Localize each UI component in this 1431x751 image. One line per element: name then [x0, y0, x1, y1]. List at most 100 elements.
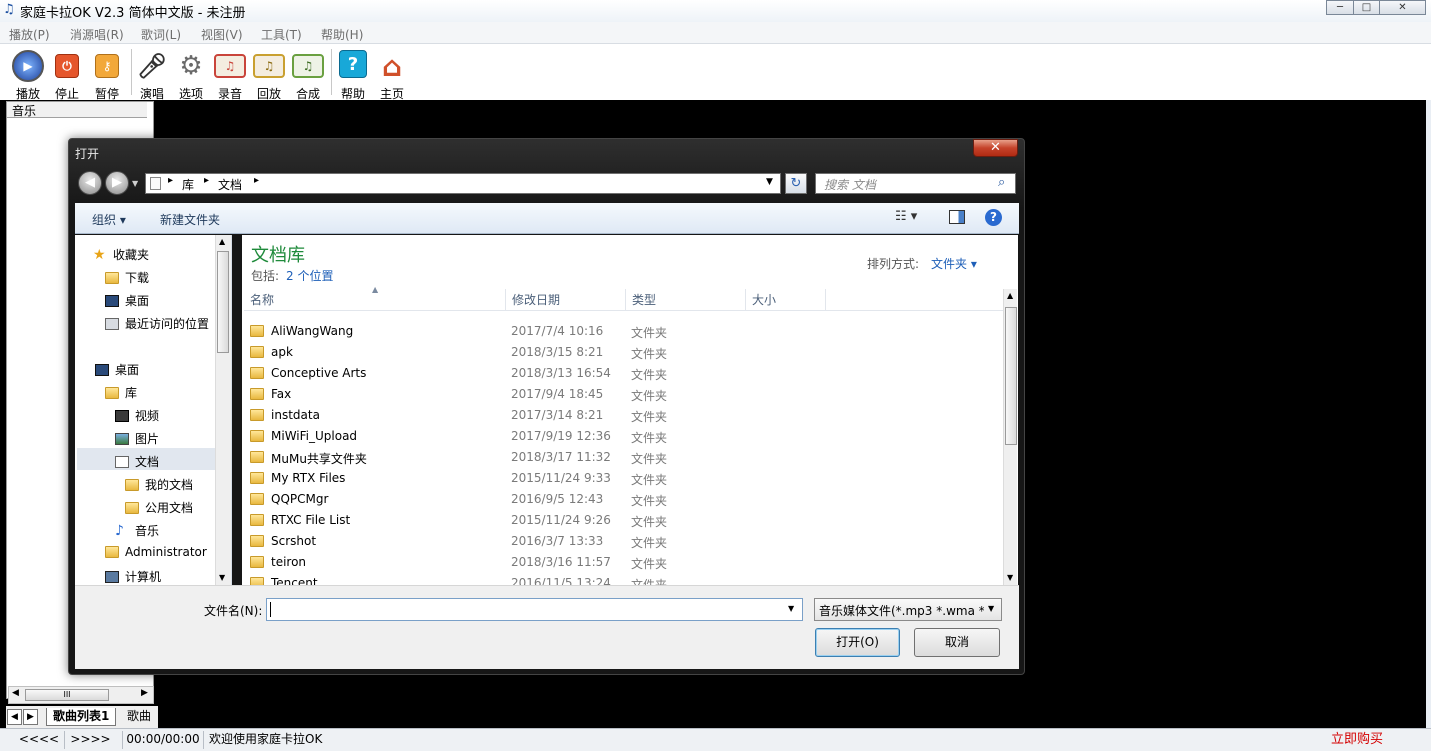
cancel-button[interactable]: 取消: [914, 628, 1000, 657]
nav-videos[interactable]: 视频: [115, 407, 159, 424]
buy-now-link[interactable]: 立即购买: [1331, 731, 1383, 749]
table-row[interactable]: My RTX Files 2015/11/24 9:33 文件夹: [242, 468, 1002, 489]
tab-prev-icon[interactable]: ◀: [7, 709, 22, 725]
library-icon: [105, 386, 119, 399]
breadcrumb-chevron-icon[interactable]: ▸: [168, 175, 173, 186]
minimize-button[interactable]: ─: [1326, 0, 1354, 15]
table-row[interactable]: teiron 2018/3/16 11:57 文件夹: [242, 552, 1002, 573]
scroll-left-icon[interactable]: ◀: [12, 688, 19, 698]
organize-button[interactable]: 组织 ▾: [92, 211, 126, 228]
nav-my-documents[interactable]: 我的文档: [125, 476, 193, 493]
scroll-down-icon[interactable]: ▼: [219, 573, 225, 582]
nav-desktop-fav[interactable]: 桌面: [105, 292, 149, 309]
scroll-down-icon[interactable]: ▼: [1007, 573, 1013, 582]
menu-vocal-removal[interactable]: 消源唱(R): [70, 26, 124, 43]
file-scroll-thumb[interactable]: [1005, 307, 1017, 445]
breadcrumb-library[interactable]: 库: [182, 176, 194, 193]
table-row[interactable]: apk 2018/3/15 8:21 文件夹: [242, 342, 1002, 363]
menu-lyrics[interactable]: 歌词(L): [141, 26, 181, 43]
close-button[interactable]: ✕: [1379, 0, 1426, 15]
filename-dropdown-icon[interactable]: ▼: [788, 604, 794, 613]
home-button[interactable]: ⌂ 主页: [373, 50, 411, 102]
refresh-icon[interactable]: ↻: [785, 173, 807, 194]
nav-downloads[interactable]: 下载: [105, 269, 149, 286]
playback-button[interactable]: ♫ 回放: [250, 50, 288, 102]
nav-computer[interactable]: 计算机: [105, 568, 161, 585]
table-row[interactable]: AliWangWang 2017/7/4 10:16 文件夹: [242, 321, 1002, 342]
menu-tools[interactable]: 工具(T): [261, 26, 302, 43]
prev-button[interactable]: <<<<: [18, 731, 60, 749]
nav-desktop[interactable]: 桌面: [95, 361, 139, 378]
search-icon[interactable]: ⌕: [998, 175, 1005, 190]
table-row[interactable]: instdata 2017/3/14 8:21 文件夹: [242, 405, 1002, 426]
nav-scroll-thumb[interactable]: [217, 251, 229, 353]
table-row[interactable]: Scrshot 2016/3/7 13:33 文件夹: [242, 531, 1002, 552]
song-list-hscrollbar[interactable]: ◀ III ▶: [8, 686, 154, 704]
filename-input[interactable]: ▼: [266, 598, 803, 621]
nav-libraries[interactable]: 库: [105, 384, 137, 401]
back-icon[interactable]: ◀: [78, 171, 102, 195]
table-row[interactable]: Conceptive Arts 2018/3/13 16:54 文件夹: [242, 363, 1002, 384]
table-row[interactable]: MuMu共享文件夹 2018/3/17 11:32 文件夹: [242, 447, 1002, 468]
table-row[interactable]: MiWiFi_Upload 2017/9/19 12:36 文件夹: [242, 426, 1002, 447]
address-dropdown-icon[interactable]: ▼: [766, 177, 773, 187]
title-bar: ♫ 家庭卡拉OK V2.3 简体中文版 - 未注册 ─ □ ✕: [0, 0, 1431, 22]
breadcrumb-documents[interactable]: 文档: [218, 176, 242, 193]
preview-pane-icon[interactable]: [949, 210, 965, 224]
includes-link[interactable]: 2 个位置: [286, 267, 333, 284]
maximize-button[interactable]: □: [1353, 0, 1380, 15]
dialog-close-button[interactable]: ✕: [973, 139, 1018, 157]
filetype-dropdown-icon[interactable]: ▼: [988, 604, 994, 613]
forward-icon[interactable]: ▶: [105, 171, 129, 195]
table-row[interactable]: QQPCMgr 2016/9/5 12:43 文件夹: [242, 489, 1002, 510]
tab-playlist-2[interactable]: 歌曲: [124, 708, 158, 726]
file-list-scrollbar[interactable]: ▲ ▼: [1003, 289, 1017, 585]
menu-view[interactable]: 视图(V): [201, 26, 243, 43]
sort-dropdown[interactable]: 文件夹 ▾: [931, 255, 977, 272]
nav-scrollbar[interactable]: ▲ ▼: [215, 235, 231, 585]
menu-play[interactable]: 播放(P): [9, 26, 50, 43]
scroll-up-icon[interactable]: ▲: [219, 237, 225, 246]
nav-music[interactable]: ♪ 音乐: [115, 522, 159, 539]
pause-button[interactable]: ⚷ 暂停: [88, 50, 126, 102]
breadcrumb-chevron-icon[interactable]: ▸: [204, 175, 209, 186]
new-folder-button[interactable]: 新建文件夹: [160, 211, 220, 228]
navigation-pane: ★ 收藏夹 下载 桌面 最近访问的位置 桌面 库 视频 图片 文档 我的文档 公用…: [75, 235, 232, 585]
stop-button[interactable]: ⏻ 停止: [48, 50, 86, 102]
table-row[interactable]: RTXC File List 2015/11/24 9:26 文件夹: [242, 510, 1002, 531]
tab-playlist-1[interactable]: 歌曲列表1: [46, 708, 117, 726]
sing-button[interactable]: 🎤︎ 演唱: [133, 50, 171, 102]
nav-favorites[interactable]: ★ 收藏夹: [93, 246, 149, 263]
breadcrumb-chevron-icon[interactable]: ▸: [254, 175, 259, 186]
play-button[interactable]: ▶ 播放: [9, 50, 47, 102]
record-button[interactable]: ♫ 录音: [211, 50, 249, 102]
nav-pictures[interactable]: 图片: [115, 430, 159, 447]
scroll-up-icon[interactable]: ▲: [1007, 291, 1013, 300]
view-options-icon[interactable]: ☷ ▾: [895, 209, 917, 224]
recent-locations-icon[interactable]: ▼: [132, 179, 138, 188]
help-icon[interactable]: ?: [985, 209, 1002, 226]
options-button[interactable]: ⚙ 选项: [172, 50, 210, 102]
mix-button[interactable]: ♫ 合成: [289, 50, 327, 102]
table-row[interactable]: Fax 2017/9/4 18:45 文件夹: [242, 384, 1002, 405]
command-bar: 组织 ▾ 新建文件夹 ☷ ▾ ?: [75, 203, 1019, 234]
address-bar[interactable]: ▸ 库 ▸ 文档 ▸ ▼: [145, 173, 781, 194]
column-size[interactable]: 大小: [746, 289, 826, 311]
song-list-header[interactable]: 音乐: [7, 102, 147, 118]
nav-administrator[interactable]: Administrator: [105, 545, 207, 559]
column-date[interactable]: 修改日期: [506, 289, 626, 311]
tab-next-icon[interactable]: ▶: [23, 709, 38, 725]
nav-public-documents[interactable]: 公用文档: [125, 499, 193, 516]
scroll-right-icon[interactable]: ▶: [141, 688, 148, 698]
nav-documents[interactable]: 文档: [115, 453, 159, 470]
open-button[interactable]: 打开(O): [815, 628, 900, 657]
scroll-thumb[interactable]: III: [25, 689, 109, 701]
help-button[interactable]: ? 帮助: [334, 50, 372, 102]
filetype-select[interactable]: 音乐媒体文件(*.mp3 *.wma *.w ▼: [814, 598, 1002, 621]
column-type[interactable]: 类型: [626, 289, 746, 311]
next-button[interactable]: >>>>: [64, 731, 116, 749]
search-input[interactable]: 搜索 文档 ⌕: [815, 173, 1016, 194]
nav-recent-places[interactable]: 最近访问的位置: [105, 315, 209, 332]
menu-help[interactable]: 帮助(H): [321, 26, 363, 43]
table-row[interactable]: Tencent 2016/11/5 13:24 文件夹: [242, 573, 1002, 585]
